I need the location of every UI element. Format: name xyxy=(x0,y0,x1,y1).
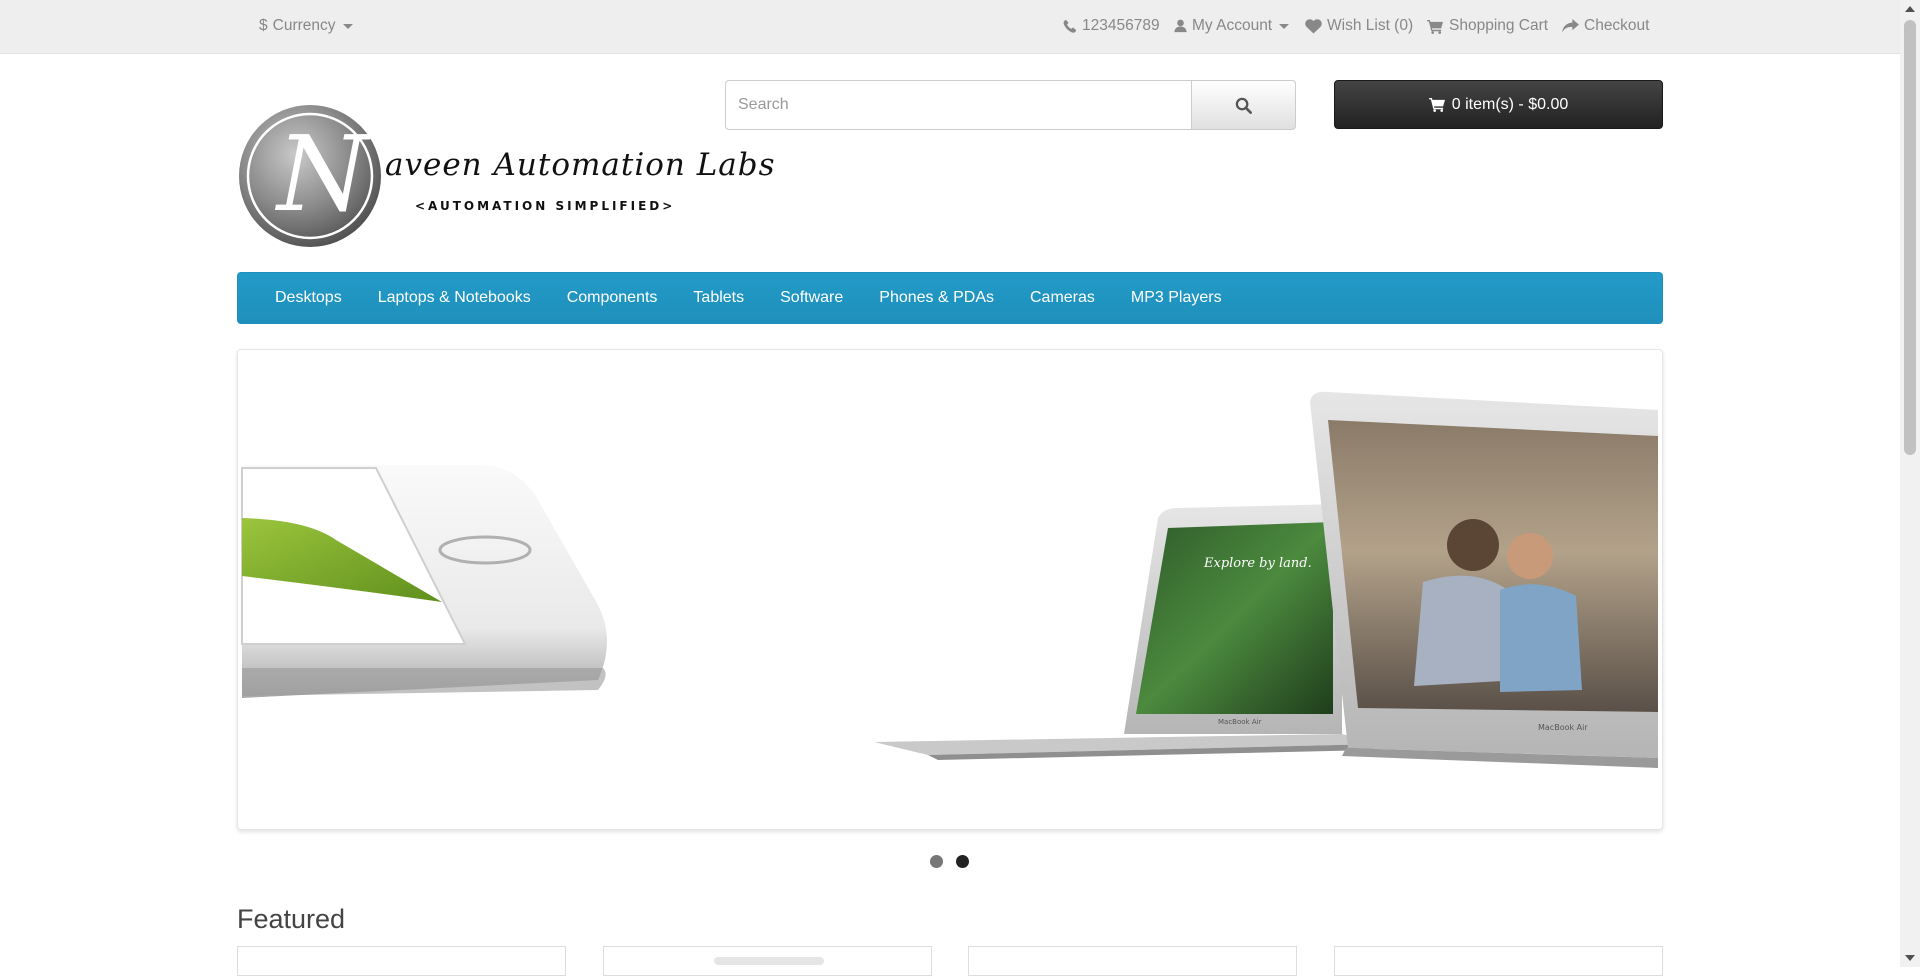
phone-icon xyxy=(1063,19,1077,33)
cart-button[interactable]: 0 item(s) - $0.00 xyxy=(1334,80,1663,129)
svg-text:MacBook Air: MacBook Air xyxy=(1218,718,1262,726)
menu-item-mp3-players[interactable]: MP3 Players xyxy=(1113,272,1240,324)
product-card[interactable] xyxy=(237,946,566,976)
checkout-label: Checkout xyxy=(1584,17,1650,34)
wishlist-link[interactable]: Wish List (0) xyxy=(1305,15,1413,37)
product-card[interactable] xyxy=(603,946,932,976)
svg-text:MacBook Air: MacBook Air xyxy=(1538,723,1588,732)
site-logo[interactable]: N aveen Automation Labs <AUTOMATION SIMP… xyxy=(237,103,775,249)
dollar-icon: $ xyxy=(259,17,268,34)
phone-number: 123456789 xyxy=(1082,17,1160,34)
logo-text: aveen Automation Labs xyxy=(385,147,776,183)
menu-item-desktops[interactable]: Desktops xyxy=(257,272,360,324)
logo-letter: N xyxy=(277,113,368,235)
search-button[interactable] xyxy=(1191,80,1296,130)
logo-tagline: <AUTOMATION SIMPLIFIED> xyxy=(415,199,676,213)
my-account-label: My Account xyxy=(1192,17,1273,34)
scroll-up-icon[interactable] xyxy=(1905,6,1915,12)
currency-dropdown[interactable]: $ Currency xyxy=(259,15,353,37)
caret-down-icon xyxy=(342,23,353,29)
slide-pager-dot-2[interactable] xyxy=(956,855,969,868)
top-bar: $ Currency 123456789 My Account Wish Lis… xyxy=(0,0,1900,54)
phone-link[interactable]: 123456789 xyxy=(1063,15,1160,37)
shopping-cart-label: Shopping Cart xyxy=(1449,17,1549,34)
menu-item-software[interactable]: Software xyxy=(762,272,861,324)
page-scrollbar[interactable] xyxy=(1900,0,1920,967)
scrollbar-thumb[interactable] xyxy=(1904,20,1916,455)
featured-heading: Featured xyxy=(237,904,346,934)
checkout-link[interactable]: Checkout xyxy=(1562,15,1649,37)
cart-total: 0 item(s) - $0.00 xyxy=(1451,95,1569,113)
menu-item-laptops-notebooks[interactable]: Laptops & Notebooks xyxy=(360,272,549,324)
menu-item-components[interactable]: Components xyxy=(549,272,676,324)
my-account-dropdown[interactable]: My Account xyxy=(1174,15,1290,37)
search-input[interactable] xyxy=(725,80,1192,130)
svg-text:Explore by land.: Explore by land. xyxy=(1203,556,1312,571)
share-icon xyxy=(1562,19,1579,33)
cart-icon xyxy=(1427,19,1443,34)
slide-pager-dot-1[interactable] xyxy=(930,855,943,868)
user-icon xyxy=(1174,19,1187,33)
product-card[interactable] xyxy=(1334,946,1663,976)
product-card[interactable] xyxy=(968,946,1297,976)
slideshow[interactable]: Explore by land. MacBook Air MacBook Air xyxy=(237,349,1663,830)
cart-icon xyxy=(1428,97,1445,112)
slide-image: Explore by land. MacBook Air MacBook Air xyxy=(241,391,1658,768)
product-image xyxy=(714,957,824,965)
shopping-cart-link[interactable]: Shopping Cart xyxy=(1427,15,1548,37)
menu-item-phones-pdas[interactable]: Phones & PDAs xyxy=(861,272,1012,324)
menu-item-cameras[interactable]: Cameras xyxy=(1012,272,1113,324)
scroll-down-icon[interactable] xyxy=(1905,955,1915,961)
currency-label: Currency xyxy=(272,17,336,34)
wishlist-label: Wish List (0) xyxy=(1327,17,1414,34)
caret-down-icon xyxy=(1279,23,1290,29)
search-icon xyxy=(1235,97,1252,114)
heart-icon xyxy=(1305,18,1322,34)
category-menu: Desktops Laptops & Notebooks Components … xyxy=(237,272,1663,324)
menu-item-tablets[interactable]: Tablets xyxy=(675,272,762,324)
